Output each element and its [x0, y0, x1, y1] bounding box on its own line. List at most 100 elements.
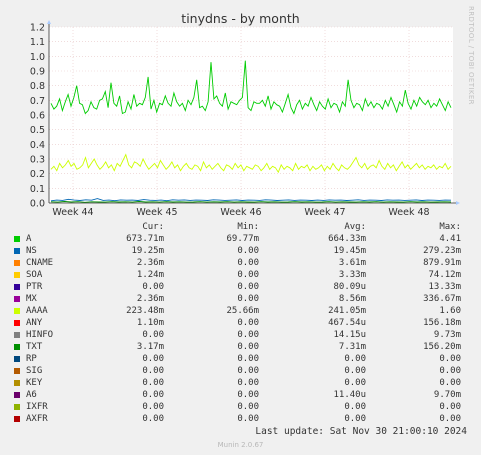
legend-min: 0.00 [237, 246, 259, 256]
legend-max: 0.00 [439, 366, 461, 376]
legend-name: A6 [26, 390, 37, 400]
legend-cur: 0.00 [142, 402, 164, 412]
legend-name: PTR [26, 282, 43, 292]
legend-min: 0.00 [237, 390, 259, 400]
legend-name: KEY [26, 378, 43, 388]
legend-name: TXT [26, 342, 43, 352]
legend-swatch [14, 272, 20, 278]
y-tick-label: 0.8 [30, 81, 45, 92]
legend-cur: 2.36m [136, 258, 164, 268]
legend-name: AXFR [26, 414, 48, 424]
legend-name: SOA [26, 270, 43, 280]
legend-swatch [14, 248, 20, 254]
legend-min: 69.77m [226, 234, 259, 244]
legend-min: 25.66m [226, 306, 259, 316]
legend-max: 9.70m [433, 390, 461, 400]
y-tick-label: 0.9 [30, 67, 45, 78]
legend-cur: 1.24m [136, 270, 164, 280]
legend-max: 156.20m [423, 342, 461, 352]
legend-min: 0.00 [237, 318, 259, 328]
legend-swatch [14, 236, 20, 242]
legend-row: IXFR 0.00 0.00 0.00 0.00 [0, 401, 481, 413]
legend-swatch [14, 344, 20, 350]
legend-name: ANY [26, 318, 43, 328]
legend-avg: 19.45m [333, 246, 366, 256]
legend-table: Cur: Min: Avg: Max: A 673.71m 69.77m 664.33… [0, 221, 481, 425]
legend-avg: 0.00 [344, 378, 366, 388]
legend-swatch [14, 392, 20, 398]
legend-row: A6 0.00 0.00 11.40u 9.70m [0, 389, 481, 401]
legend-header: Cur: Min: Avg: Max: [0, 221, 481, 233]
legend-swatch [14, 296, 20, 302]
legend-avg: 0.00 [344, 402, 366, 412]
legend-cur: 19.25m [131, 246, 164, 256]
last-update: Last update: Sat Nov 30 21:00:10 2024 [255, 426, 467, 437]
legend-avg: 14.15u [333, 330, 366, 340]
legend-min: 0.00 [237, 342, 259, 352]
legend-cur: 0.00 [142, 414, 164, 424]
legend-name: SIG [26, 366, 43, 376]
legend-avg: 664.33m [328, 234, 366, 244]
legend-avg: 8.56m [338, 294, 366, 304]
legend-header-min: Min: [237, 222, 259, 232]
legend-swatch [14, 416, 20, 422]
y-tick-label: 1.0 [30, 52, 45, 63]
y-tick-label: 0.1 [30, 184, 45, 195]
legend-cur: 0.00 [142, 354, 164, 364]
legend-max: 13.33m [428, 282, 461, 292]
legend-cur: 673.71m [126, 234, 164, 244]
legend-cur: 0.00 [142, 390, 164, 400]
legend-header-avg: Avg: [344, 222, 366, 232]
legend-row: TXT 3.17m 0.00 7.31m 156.20m [0, 341, 481, 353]
legend-min: 0.00 [237, 378, 259, 388]
legend-min: 0.00 [237, 330, 259, 340]
legend-swatch [14, 284, 20, 290]
legend-row: SIG 0.00 0.00 0.00 0.00 [0, 365, 481, 377]
plot-area: 0.00.10.20.30.40.50.60.70.80.91.01.11.2W… [30, 20, 460, 215]
legend-max: 9.73m [433, 330, 461, 340]
legend-max: 0.00 [439, 354, 461, 364]
legend-min: 0.00 [237, 282, 259, 292]
legend-avg: 80.09u [333, 282, 366, 292]
legend-name: IXFR [26, 402, 48, 412]
legend-swatch [14, 356, 20, 362]
legend-avg: 0.00 [344, 354, 366, 364]
x-tick-label: Week 48 [388, 207, 429, 215]
legend-cur: 0.00 [142, 378, 164, 388]
y-tick-label: 0.0 [30, 199, 45, 210]
y-tick-label: 0.2 [30, 169, 45, 180]
legend-name: CNAME [26, 258, 54, 268]
legend-max: 0.00 [439, 402, 461, 412]
legend-avg: 3.61m [338, 258, 366, 268]
legend-max: 336.67m [423, 294, 461, 304]
y-tick-label: 0.5 [30, 125, 45, 136]
legend-min: 0.00 [237, 294, 259, 304]
legend-name: A [26, 234, 32, 244]
legend-cur: 3.17m [136, 342, 164, 352]
legend-min: 0.00 [237, 414, 259, 424]
legend-min: 0.00 [237, 366, 259, 376]
legend-avg: 0.00 [344, 414, 366, 424]
y-tick-label: 0.6 [30, 111, 45, 122]
legend-row: SOA 1.24m 0.00 3.33m 74.12m [0, 269, 481, 281]
legend-avg: 3.33m [338, 270, 366, 280]
legend-row: MX 2.36m 0.00 8.56m 336.67m [0, 293, 481, 305]
legend-cur: 223.48m [126, 306, 164, 316]
legend-cur: 0.00 [142, 330, 164, 340]
chart-title: tinydns - by month [181, 11, 300, 26]
legend-min: 0.00 [237, 354, 259, 364]
legend-row: ANY 1.10m 0.00 467.54u 156.18m [0, 317, 481, 329]
legend-row: RP 0.00 0.00 0.00 0.00 [0, 353, 481, 365]
legend-swatch [14, 368, 20, 374]
legend-name: HINFO [26, 330, 54, 340]
legend-row: AAAA 223.48m 25.66m 241.05m 1.60 [0, 305, 481, 317]
legend-header-max: Max: [439, 222, 461, 232]
y-tick-label: 0.4 [30, 140, 45, 151]
legend-cur: 1.10m [136, 318, 164, 328]
legend-name: MX [26, 294, 37, 304]
legend-max: 4.41 [439, 234, 461, 244]
legend-max: 279.23m [423, 246, 461, 256]
legend-name: NS [26, 246, 37, 256]
rrdtool-credit: RRDTOOL / TOBI OETIKER [467, 6, 475, 105]
legend-max: 0.00 [439, 414, 461, 424]
